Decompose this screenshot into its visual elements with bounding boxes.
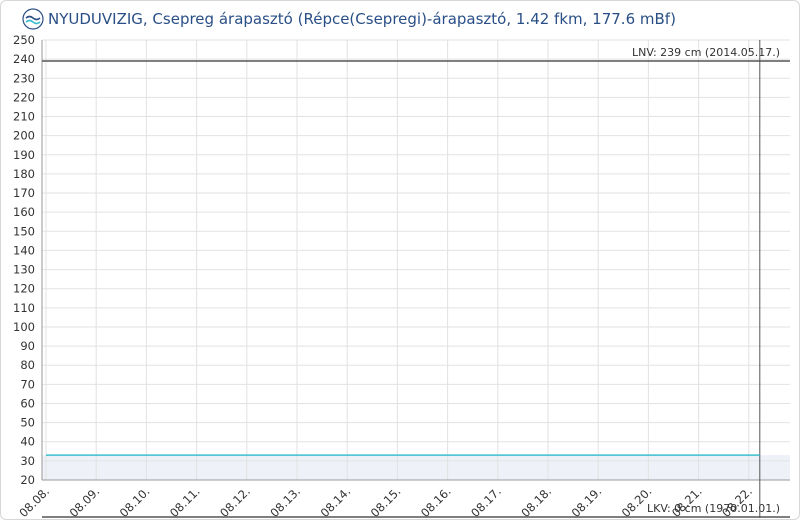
y-tick-label: 20 (20, 473, 35, 487)
x-tick-label: 08.15. (368, 484, 404, 520)
x-tick-label: 08.18. (518, 484, 554, 520)
y-tick-label: 210 (13, 110, 35, 124)
y-tick-label: 170 (13, 186, 35, 200)
y-tick-label: 180 (13, 167, 35, 181)
plot-area (42, 40, 790, 480)
y-tick-label: 40 (20, 435, 35, 449)
y-tick-label: 240 (13, 52, 35, 66)
below-level-band (42, 455, 790, 480)
y-tick-label: 150 (13, 224, 35, 238)
y-tick-label: 230 (13, 71, 35, 85)
y-tick-label: 200 (13, 129, 35, 143)
y-tick-label: 30 (20, 454, 35, 468)
x-tick-label: 08.11. (167, 484, 203, 520)
y-tick-label: 220 (13, 90, 35, 104)
y-tick-label: 190 (13, 148, 35, 162)
x-tick-label: 08.10. (117, 484, 153, 520)
y-tick-label: 120 (13, 282, 35, 296)
x-tick-label: 08.17. (468, 484, 504, 520)
y-tick-label: 130 (13, 263, 35, 277)
x-tick-label: 08.12. (217, 484, 253, 520)
x-tick-label: 08.14. (318, 484, 354, 520)
y-tick-label: 50 (20, 416, 35, 430)
y-tick-label: 90 (20, 339, 35, 353)
y-tick-label: 80 (20, 358, 35, 372)
y-tick-label: 160 (13, 205, 35, 219)
x-tick-label: 08.08. (16, 484, 52, 520)
y-tick-label: 250 (13, 33, 35, 47)
x-tick-label: 08.13. (267, 484, 303, 520)
water-level-chart: 20 30 40 50 60 70 80 90 100 110 120 130 140 150 160 170… (13, 33, 790, 520)
x-tick-label: 08.19. (569, 484, 605, 520)
y-tick-label: 140 (13, 243, 35, 257)
x-tick-label: 08.09. (67, 484, 103, 520)
y-tick-label: 100 (13, 320, 35, 334)
y-tick-label: 60 (20, 396, 35, 410)
y-tick-label: 70 (20, 377, 35, 391)
x-tick-label: 08.16. (418, 484, 454, 520)
lnv-reference-label: LNV: 239 cm (2014.05.17.) (632, 46, 780, 59)
y-tick-label: 110 (13, 301, 35, 315)
